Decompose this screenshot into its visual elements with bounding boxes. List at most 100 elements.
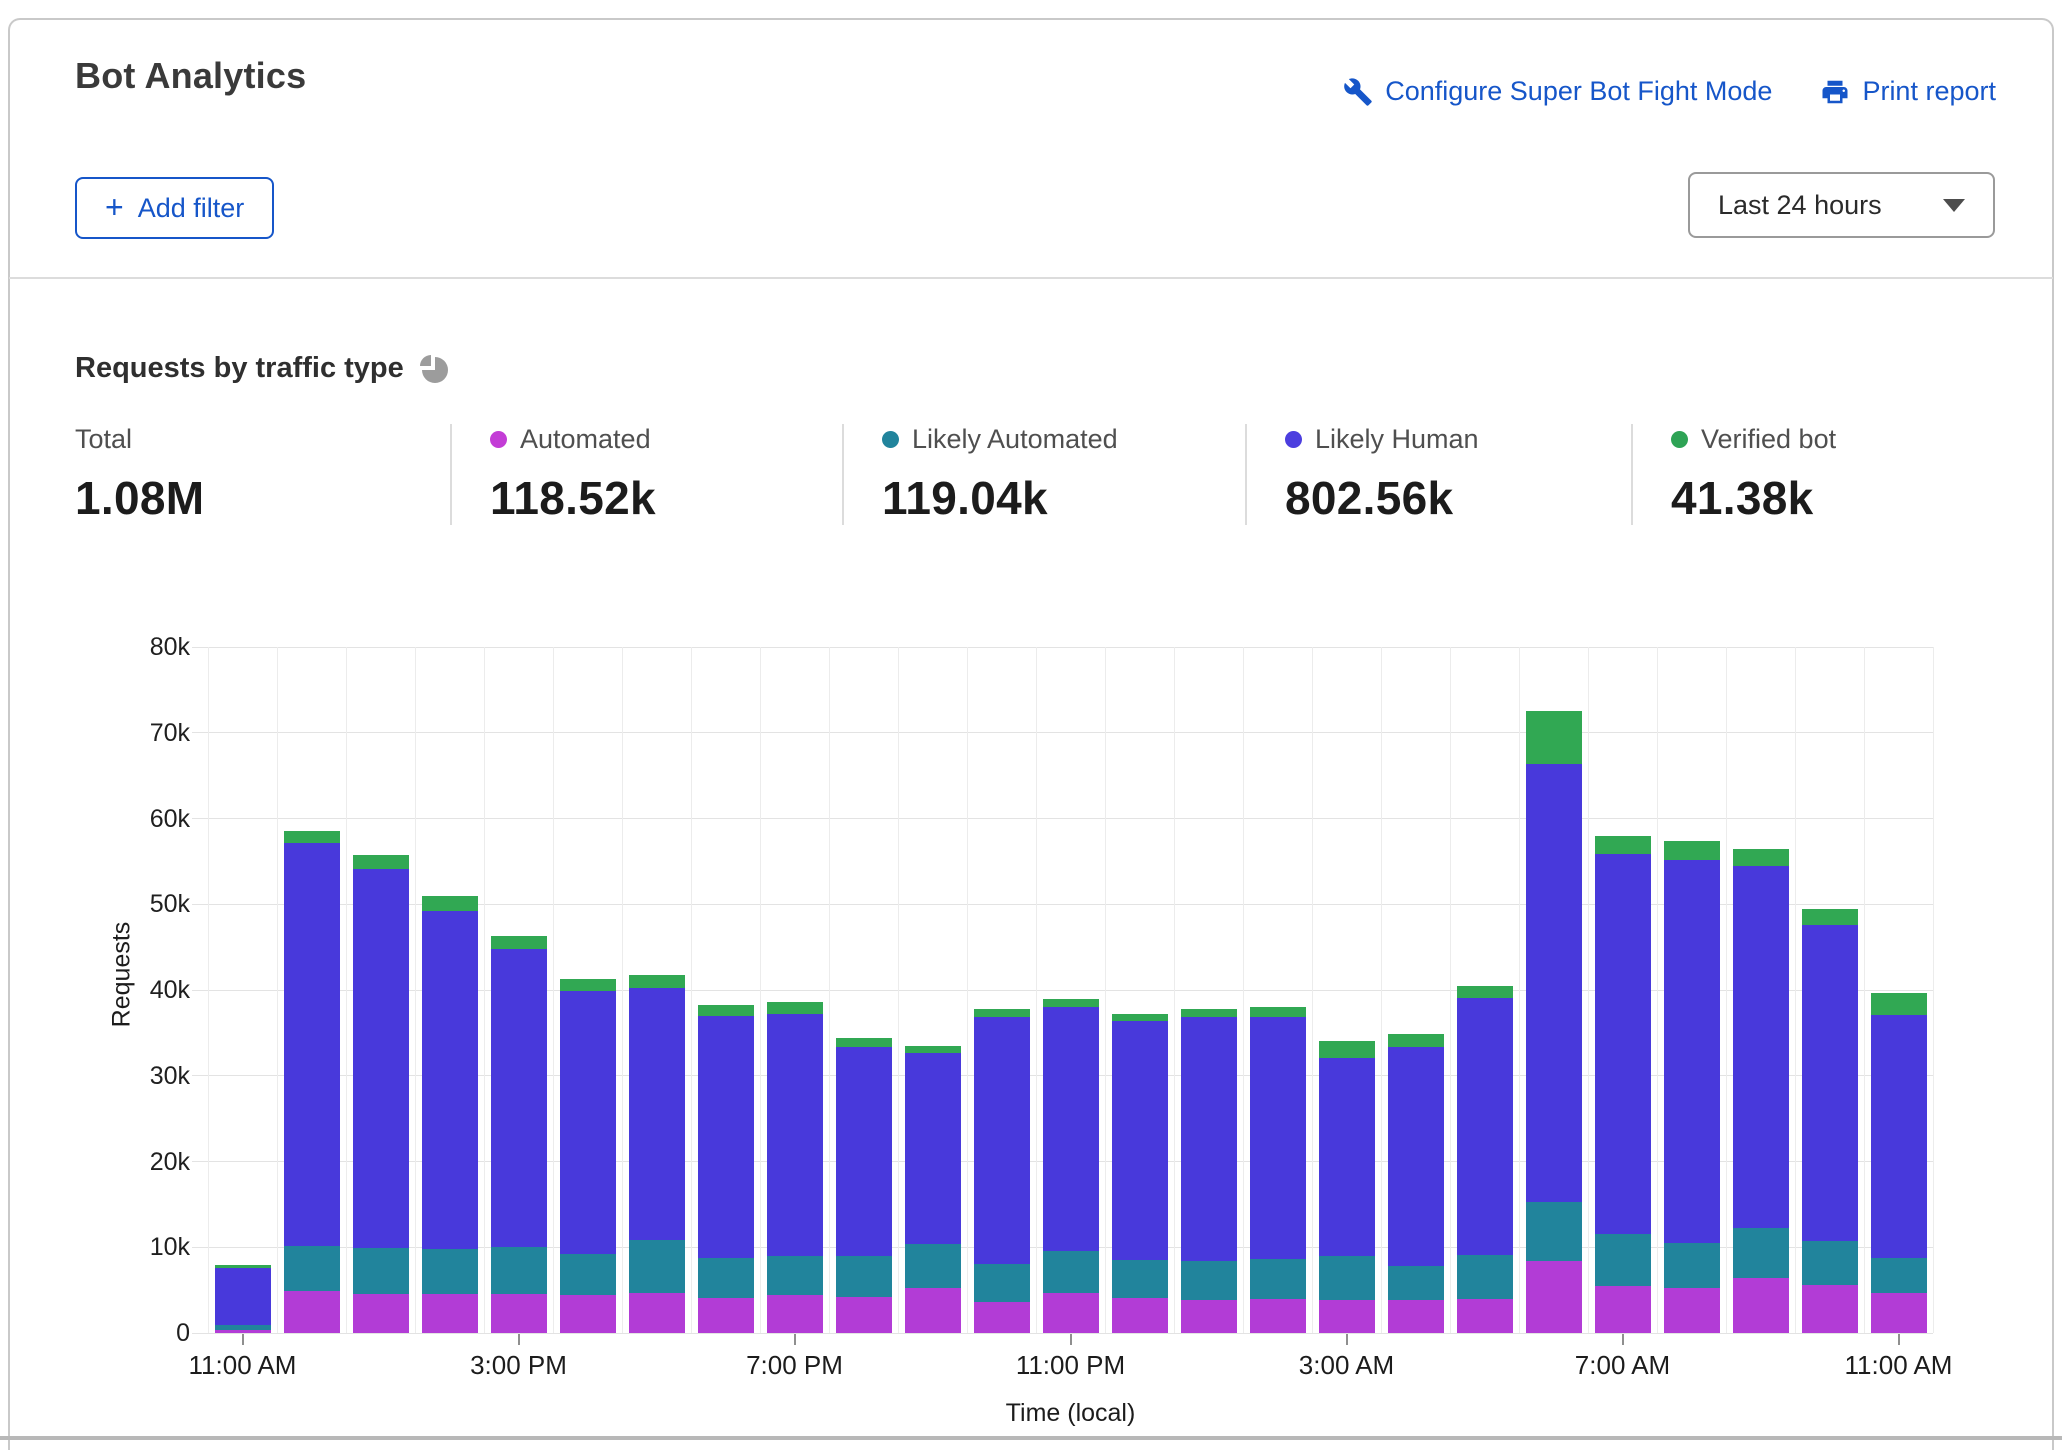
bar-segment-likely-automated[interactable] (559, 1254, 616, 1296)
bar-segment-automated[interactable] (1525, 1260, 1582, 1333)
bar-segment-automated[interactable] (1042, 1292, 1099, 1333)
bar-segment-verified-bot[interactable] (835, 1038, 892, 1047)
add-filter-button[interactable]: + Add filter (75, 177, 275, 239)
bar-segment-automated[interactable] (1249, 1298, 1306, 1333)
bar-segment-verified-bot[interactable] (283, 831, 340, 843)
bar-segment-automated[interactable] (1456, 1298, 1513, 1333)
bar-segment-likely-automated[interactable] (1801, 1241, 1858, 1285)
bar-segment-automated[interactable] (1594, 1285, 1651, 1333)
bar-segment-automated[interactable] (1318, 1300, 1375, 1333)
bar-segment-likely-automated[interactable] (697, 1257, 754, 1298)
bar-segment-likely-human[interactable] (283, 842, 340, 1246)
bar-segment-verified-bot[interactable] (1249, 1007, 1306, 1018)
bar-segment-automated[interactable] (352, 1294, 409, 1333)
bar-segment-automated[interactable] (421, 1294, 478, 1333)
bar-segment-likely-human[interactable] (1456, 997, 1513, 1255)
stacked-bar[interactable] (904, 1045, 961, 1333)
stacked-bar[interactable] (1111, 1014, 1168, 1333)
bar-segment-verified-bot[interactable] (1180, 1008, 1237, 1017)
bar-segment-likely-automated[interactable] (1525, 1201, 1582, 1261)
stacked-bar[interactable] (1042, 999, 1099, 1333)
bar-segment-likely-human[interactable] (559, 990, 616, 1255)
bar-segment-likely-automated[interactable] (1732, 1228, 1789, 1279)
bar-segment-verified-bot[interactable] (1732, 849, 1789, 866)
stacked-bar[interactable] (1249, 1007, 1306, 1333)
stacked-bar[interactable] (1525, 711, 1582, 1333)
bar-segment-likely-human[interactable] (1732, 865, 1789, 1229)
bar-segment-verified-bot[interactable] (1663, 840, 1720, 860)
bar-segment-automated[interactable] (835, 1297, 892, 1333)
bar-segment-automated[interactable] (214, 1329, 271, 1333)
stacked-bar[interactable] (835, 1038, 892, 1333)
bar-segment-likely-human[interactable] (697, 1015, 754, 1258)
bar-segment-verified-bot[interactable] (1594, 835, 1651, 854)
bar-segment-likely-automated[interactable] (904, 1243, 961, 1289)
bar-segment-likely-human[interactable] (766, 1014, 823, 1256)
bar-segment-likely-human[interactable] (352, 869, 409, 1249)
bar-segment-verified-bot[interactable] (1042, 999, 1099, 1008)
bar-segment-verified-bot[interactable] (1801, 909, 1858, 925)
stacked-bar[interactable] (1387, 1033, 1444, 1333)
bar-segment-likely-human[interactable] (904, 1053, 961, 1244)
stacked-bar[interactable] (628, 974, 685, 1333)
bar-segment-likely-human[interactable] (1180, 1016, 1237, 1261)
bar-segment-likely-human[interactable] (1318, 1057, 1375, 1256)
stacked-bar[interactable] (1456, 985, 1513, 1333)
bar-segment-likely-human[interactable] (1870, 1014, 1927, 1259)
bar-segment-verified-bot[interactable] (1456, 985, 1513, 998)
bar-segment-likely-human[interactable] (1111, 1020, 1168, 1261)
bar-segment-verified-bot[interactable] (1111, 1014, 1168, 1021)
bar-segment-likely-automated[interactable] (1180, 1260, 1237, 1300)
bar-segment-likely-automated[interactable] (1111, 1260, 1168, 1298)
bar-segment-likely-automated[interactable] (1870, 1258, 1927, 1293)
bar-segment-verified-bot[interactable] (697, 1004, 754, 1016)
bar-segment-verified-bot[interactable] (766, 1002, 823, 1015)
bar-segment-verified-bot[interactable] (352, 855, 409, 870)
bar-segment-likely-human[interactable] (1042, 1007, 1099, 1251)
bar-segment-likely-automated[interactable] (490, 1247, 547, 1294)
bar-segment-likely-automated[interactable] (352, 1248, 409, 1295)
stacked-bar[interactable] (697, 1004, 754, 1333)
bar-segment-automated[interactable] (1387, 1300, 1444, 1333)
print-report-link[interactable]: Print report (1820, 76, 1996, 107)
bar-segment-likely-automated[interactable] (421, 1248, 478, 1295)
bar-segment-verified-bot[interactable] (1318, 1040, 1375, 1058)
bar-segment-verified-bot[interactable] (1387, 1033, 1444, 1047)
bar-segment-automated[interactable] (904, 1288, 961, 1333)
stacked-bar[interactable] (1180, 1008, 1237, 1333)
bar-segment-automated[interactable] (490, 1293, 547, 1333)
bar-segment-automated[interactable] (766, 1295, 823, 1333)
bar-segment-likely-human[interactable] (1525, 763, 1582, 1202)
bar-segment-automated[interactable] (628, 1292, 685, 1333)
stacked-bar[interactable] (1870, 993, 1927, 1333)
bar-segment-verified-bot[interactable] (1870, 993, 1927, 1015)
bar-segment-likely-human[interactable] (973, 1016, 1030, 1265)
bar-segment-likely-automated[interactable] (1456, 1254, 1513, 1299)
configure-super-bot-fight-mode-link[interactable]: Configure Super Bot Fight Mode (1343, 76, 1772, 107)
stacked-bar[interactable] (559, 978, 616, 1333)
stacked-bar[interactable] (1663, 840, 1720, 1333)
bar-segment-automated[interactable] (1180, 1299, 1237, 1333)
stacked-bar[interactable] (283, 831, 340, 1333)
bar-segment-automated[interactable] (1663, 1288, 1720, 1333)
bar-segment-automated[interactable] (283, 1290, 340, 1333)
bar-segment-likely-human[interactable] (1801, 924, 1858, 1242)
bar-segment-automated[interactable] (559, 1295, 616, 1333)
bar-segment-likely-human[interactable] (490, 948, 547, 1248)
stacked-bar[interactable] (421, 895, 478, 1333)
stacked-bar[interactable] (490, 936, 547, 1333)
bar-segment-likely-human[interactable] (421, 911, 478, 1249)
stacked-bar[interactable] (1594, 835, 1651, 1333)
stacked-bar[interactable] (1801, 909, 1858, 1333)
bar-segment-automated[interactable] (1870, 1292, 1927, 1333)
stacked-bar[interactable] (1732, 849, 1789, 1333)
stacked-bar[interactable] (1318, 1040, 1375, 1333)
bar-segment-verified-bot[interactable] (973, 1008, 1030, 1017)
bar-segment-verified-bot[interactable] (421, 895, 478, 912)
bar-segment-likely-human[interactable] (1387, 1046, 1444, 1267)
bar-segment-likely-automated[interactable] (1249, 1259, 1306, 1299)
bar-segment-likely-automated[interactable] (1594, 1233, 1651, 1286)
bar-segment-verified-bot[interactable] (1525, 711, 1582, 764)
bar-segment-automated[interactable] (1801, 1284, 1858, 1333)
bar-segment-likely-human[interactable] (214, 1267, 271, 1326)
